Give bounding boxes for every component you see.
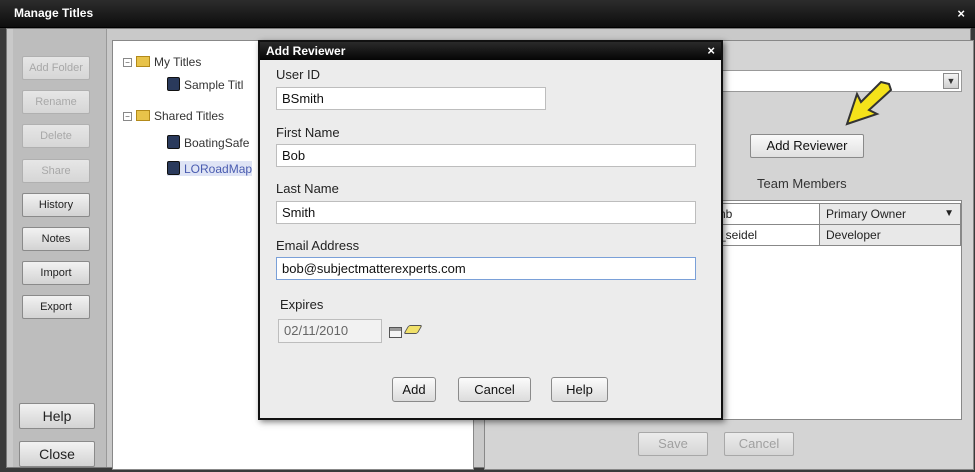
- save-button[interactable]: Save: [638, 432, 708, 456]
- team-members-label: Team Members: [757, 176, 847, 191]
- tree-item-shared-titles[interactable]: − Shared Titles: [123, 109, 224, 123]
- title-select[interactable]: ▼: [712, 70, 962, 92]
- first-name-input[interactable]: [276, 144, 696, 167]
- dialog-cancel-button[interactable]: Cancel: [458, 377, 531, 402]
- help-button[interactable]: Help: [19, 403, 95, 429]
- collapse-icon[interactable]: −: [123, 58, 132, 67]
- chevron-down-icon[interactable]: ▼: [943, 73, 959, 89]
- add-reviewer-dialog: Add Reviewer × User ID First Name Last N…: [258, 40, 723, 420]
- role-label: Primary Owner: [826, 207, 907, 221]
- import-button[interactable]: Import: [22, 261, 90, 285]
- tree-item-label: My Titles: [154, 55, 202, 69]
- tree-item-label: Sample Titl: [184, 78, 244, 92]
- table-cell-role[interactable]: Primary Owner ▼: [819, 203, 961, 225]
- folder-icon: [136, 56, 150, 67]
- expires-date-field[interactable]: 02/11/2010: [278, 319, 382, 343]
- expires-label: Expires: [280, 297, 324, 312]
- dialog-help-button[interactable]: Help: [551, 377, 608, 402]
- arrow-shape: [845, 80, 893, 126]
- window-titlebar: Manage Titles ×: [0, 0, 975, 28]
- rename-button[interactable]: Rename: [22, 90, 90, 114]
- tree-item-label: Shared Titles: [154, 109, 225, 123]
- add-reviewer-button[interactable]: Add Reviewer: [750, 134, 864, 158]
- dialog-titlebar: Add Reviewer ×: [260, 42, 721, 60]
- notes-button[interactable]: Notes: [22, 227, 90, 251]
- export-button[interactable]: Export: [22, 295, 90, 319]
- tree-item-my-titles[interactable]: − My Titles: [123, 55, 201, 69]
- tree-item-sample-title[interactable]: Sample Titl: [167, 77, 243, 92]
- user-id-label: User ID: [276, 67, 321, 82]
- calendar-icon[interactable]: [389, 327, 402, 338]
- first-name-label: First Name: [276, 125, 340, 140]
- table-cell-role[interactable]: Developer: [819, 224, 961, 246]
- document-icon: [167, 77, 180, 91]
- email-input[interactable]: [276, 257, 696, 280]
- eraser-icon[interactable]: [403, 325, 423, 334]
- last-name-input[interactable]: [276, 201, 696, 224]
- tree-item-label: BoatingSafe: [184, 136, 250, 150]
- email-label: Email Address: [276, 238, 360, 253]
- share-button[interactable]: Share: [22, 159, 90, 183]
- yellow-arrow-icon: [845, 80, 893, 126]
- cancel-button[interactable]: Cancel: [724, 432, 794, 456]
- add-button[interactable]: Add: [392, 377, 436, 402]
- table-cell-name[interactable]: _seidel: [712, 224, 820, 246]
- dialog-title: Add Reviewer: [266, 44, 346, 58]
- document-icon: [167, 161, 180, 175]
- last-name-label: Last Name: [276, 181, 339, 196]
- tree-item-boating[interactable]: BoatingSafe: [167, 135, 249, 150]
- folder-icon: [136, 110, 150, 121]
- window-title: Manage Titles: [14, 6, 94, 20]
- delete-button[interactable]: Delete: [22, 124, 90, 148]
- tree-item-loroadmap[interactable]: LORoadMap: [167, 161, 253, 176]
- window-close-icon[interactable]: ×: [957, 6, 965, 21]
- document-icon: [167, 135, 180, 149]
- history-button[interactable]: History: [22, 193, 90, 217]
- close-button[interactable]: Close: [19, 441, 95, 467]
- collapse-icon[interactable]: −: [123, 112, 132, 121]
- add-folder-button[interactable]: Add Folder: [22, 56, 90, 80]
- user-id-input[interactable]: [276, 87, 546, 110]
- table-cell-name[interactable]: nb: [712, 203, 820, 225]
- dropdown-arrow-icon[interactable]: ▼: [944, 204, 954, 224]
- left-button-column: Add Folder Rename Delete Share History N…: [13, 29, 107, 467]
- tree-item-label: LORoadMap: [184, 162, 253, 176]
- dialog-close-icon[interactable]: ×: [707, 43, 715, 58]
- team-members-table: nb Primary Owner ▼ _seidel Developer: [712, 200, 962, 420]
